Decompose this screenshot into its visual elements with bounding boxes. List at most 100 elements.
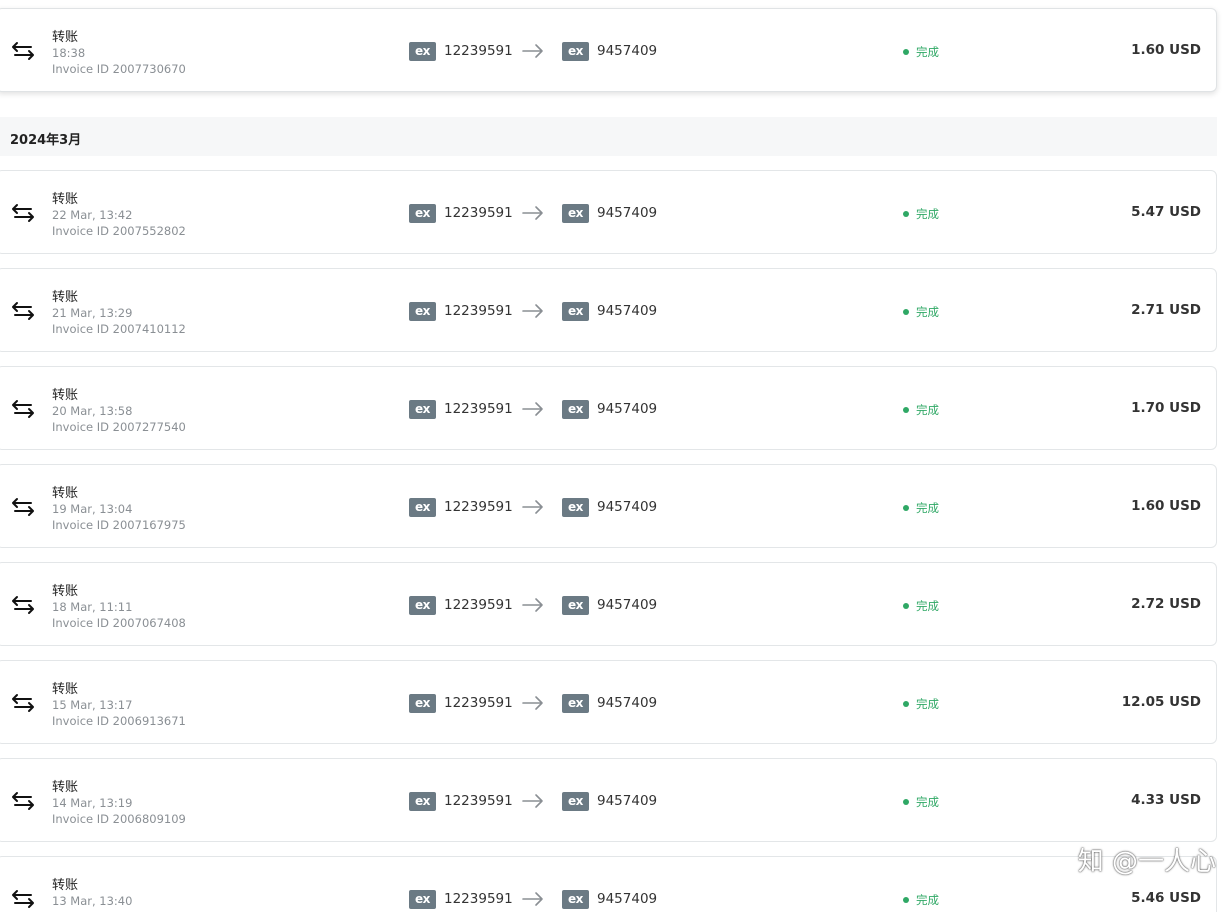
source-account-number: 12239591 [444, 891, 513, 907]
status-dot-icon [903, 407, 909, 413]
transaction-row[interactable]: 转账 18:38 Invoice ID 2007730670 ex 122395… [0, 8, 1217, 92]
destination-account-number: 9457409 [597, 499, 658, 515]
transaction-time: 13 Mar, 13:40 [52, 894, 133, 908]
arrow-right-icon [522, 402, 543, 416]
transaction-amount: 1.60 USD [1131, 42, 1201, 58]
exness-badge-icon: ex [562, 497, 589, 517]
exness-badge-icon: ex [562, 791, 589, 811]
transaction-amount: 2.71 USD [1131, 302, 1201, 318]
source-account: ex 12239591 [409, 203, 513, 223]
arrow-right-icon [522, 892, 543, 906]
status-badge: 完成 [903, 696, 939, 712]
status-dot-icon [903, 701, 909, 707]
transaction-row[interactable]: 转账 14 Mar, 13:19 Invoice ID 2006809109 e… [0, 758, 1217, 842]
destination-account: ex 9457409 [562, 693, 657, 713]
transfer-arrows-icon [12, 302, 34, 320]
transfer-arrows-icon [12, 694, 34, 712]
transfer-arrows-icon [12, 400, 34, 418]
month-label: 2024年3月 [10, 133, 82, 148]
exness-badge-icon: ex [562, 889, 589, 909]
status-dot-icon [903, 897, 909, 903]
status-label: 完成 [916, 207, 939, 221]
status-label: 完成 [916, 305, 939, 319]
status-badge: 完成 [903, 794, 939, 810]
status-dot-icon [903, 603, 909, 609]
exness-badge-icon: ex [562, 399, 589, 419]
status-label: 完成 [916, 403, 939, 417]
destination-account: ex 9457409 [562, 889, 657, 909]
transaction-title: 转账 [52, 682, 79, 697]
exness-badge-icon: ex [562, 595, 589, 615]
transaction-time: 14 Mar, 13:19 [52, 796, 133, 810]
status-label: 完成 [916, 795, 939, 809]
transaction-amount: 5.46 USD [1131, 890, 1201, 906]
transaction-title: 转账 [52, 30, 79, 45]
exness-badge-icon: ex [409, 693, 436, 713]
source-account: ex 12239591 [409, 791, 513, 811]
source-account: ex 12239591 [409, 497, 513, 517]
exness-badge-icon: ex [562, 301, 589, 321]
transaction-row[interactable]: 转账 18 Mar, 11:11 Invoice ID 2007067408 e… [0, 562, 1217, 646]
source-account: ex 12239591 [409, 41, 513, 61]
exness-badge-icon: ex [409, 595, 436, 615]
exness-badge-icon: ex [409, 791, 436, 811]
exness-badge-icon: ex [562, 693, 589, 713]
transfer-arrows-icon [12, 498, 34, 516]
transaction-time: 22 Mar, 13:42 [52, 208, 133, 222]
transaction-amount: 5.47 USD [1131, 204, 1201, 220]
source-account-number: 12239591 [444, 499, 513, 515]
transaction-time: 18 Mar, 11:11 [52, 600, 133, 614]
destination-account: ex 9457409 [562, 595, 657, 615]
transfer-arrows-icon [12, 890, 34, 908]
transaction-row[interactable]: 转账 20 Mar, 13:58 Invoice ID 2007277540 e… [0, 366, 1217, 450]
exness-badge-icon: ex [409, 497, 436, 517]
transaction-title: 转账 [52, 192, 79, 207]
transactions-page: 2024年3月 转账 18:38 Invoice ID 2007730670 e… [0, 0, 1230, 912]
transaction-row[interactable]: 转账 15 Mar, 13:17 Invoice ID 2006913671 e… [0, 660, 1217, 744]
status-label: 完成 [916, 697, 939, 711]
transaction-time: 15 Mar, 13:17 [52, 698, 133, 712]
invoice-id: Invoice ID 2007552802 [52, 224, 186, 238]
source-account-number: 12239591 [444, 793, 513, 809]
destination-account: ex 9457409 [562, 41, 657, 61]
arrow-right-icon [522, 44, 543, 58]
destination-account: ex 9457409 [562, 497, 657, 517]
status-dot-icon [903, 505, 909, 511]
transaction-time: 19 Mar, 13:04 [52, 502, 133, 516]
transaction-row[interactable]: 转账 21 Mar, 13:29 Invoice ID 2007410112 e… [0, 268, 1217, 352]
destination-account: ex 9457409 [562, 203, 657, 223]
transaction-amount: 4.33 USD [1131, 792, 1201, 808]
status-label: 完成 [916, 501, 939, 515]
transfer-arrows-icon [12, 42, 34, 60]
arrow-right-icon [522, 794, 543, 808]
destination-account-number: 9457409 [597, 891, 658, 907]
transaction-title: 转账 [52, 584, 79, 599]
source-account-number: 12239591 [444, 597, 513, 613]
source-account: ex 12239591 [409, 595, 513, 615]
transaction-row[interactable]: 转账 13 Mar, 13:40 ex 12239591 ex 9457409 … [0, 856, 1217, 912]
transaction-title: 转账 [52, 878, 79, 893]
month-group-header: 2024年3月 [0, 117, 1217, 156]
destination-account-number: 9457409 [597, 793, 658, 809]
transaction-time: 21 Mar, 13:29 [52, 306, 133, 320]
transaction-row[interactable]: 转账 22 Mar, 13:42 Invoice ID 2007552802 e… [0, 170, 1217, 254]
transaction-amount: 2.72 USD [1131, 596, 1201, 612]
arrow-right-icon [522, 500, 543, 514]
watermark: 知 @一人心 [1077, 847, 1216, 877]
invoice-id: Invoice ID 2007410112 [52, 322, 186, 336]
transaction-amount: 12.05 USD [1121, 694, 1201, 710]
source-account-number: 12239591 [444, 43, 513, 59]
invoice-id: Invoice ID 2007067408 [52, 616, 186, 630]
source-account: ex 12239591 [409, 399, 513, 419]
transaction-title: 转账 [52, 780, 79, 795]
transaction-time: 20 Mar, 13:58 [52, 404, 133, 418]
transaction-amount: 1.70 USD [1131, 400, 1201, 416]
source-account-number: 12239591 [444, 401, 513, 417]
status-badge: 完成 [903, 44, 939, 60]
transaction-row[interactable]: 转账 19 Mar, 13:04 Invoice ID 2007167975 e… [0, 464, 1217, 548]
arrow-right-icon [522, 696, 543, 710]
transaction-title: 转账 [52, 486, 79, 501]
destination-account: ex 9457409 [562, 399, 657, 419]
invoice-id: Invoice ID 2006809109 [52, 812, 186, 826]
exness-badge-icon: ex [409, 203, 436, 223]
